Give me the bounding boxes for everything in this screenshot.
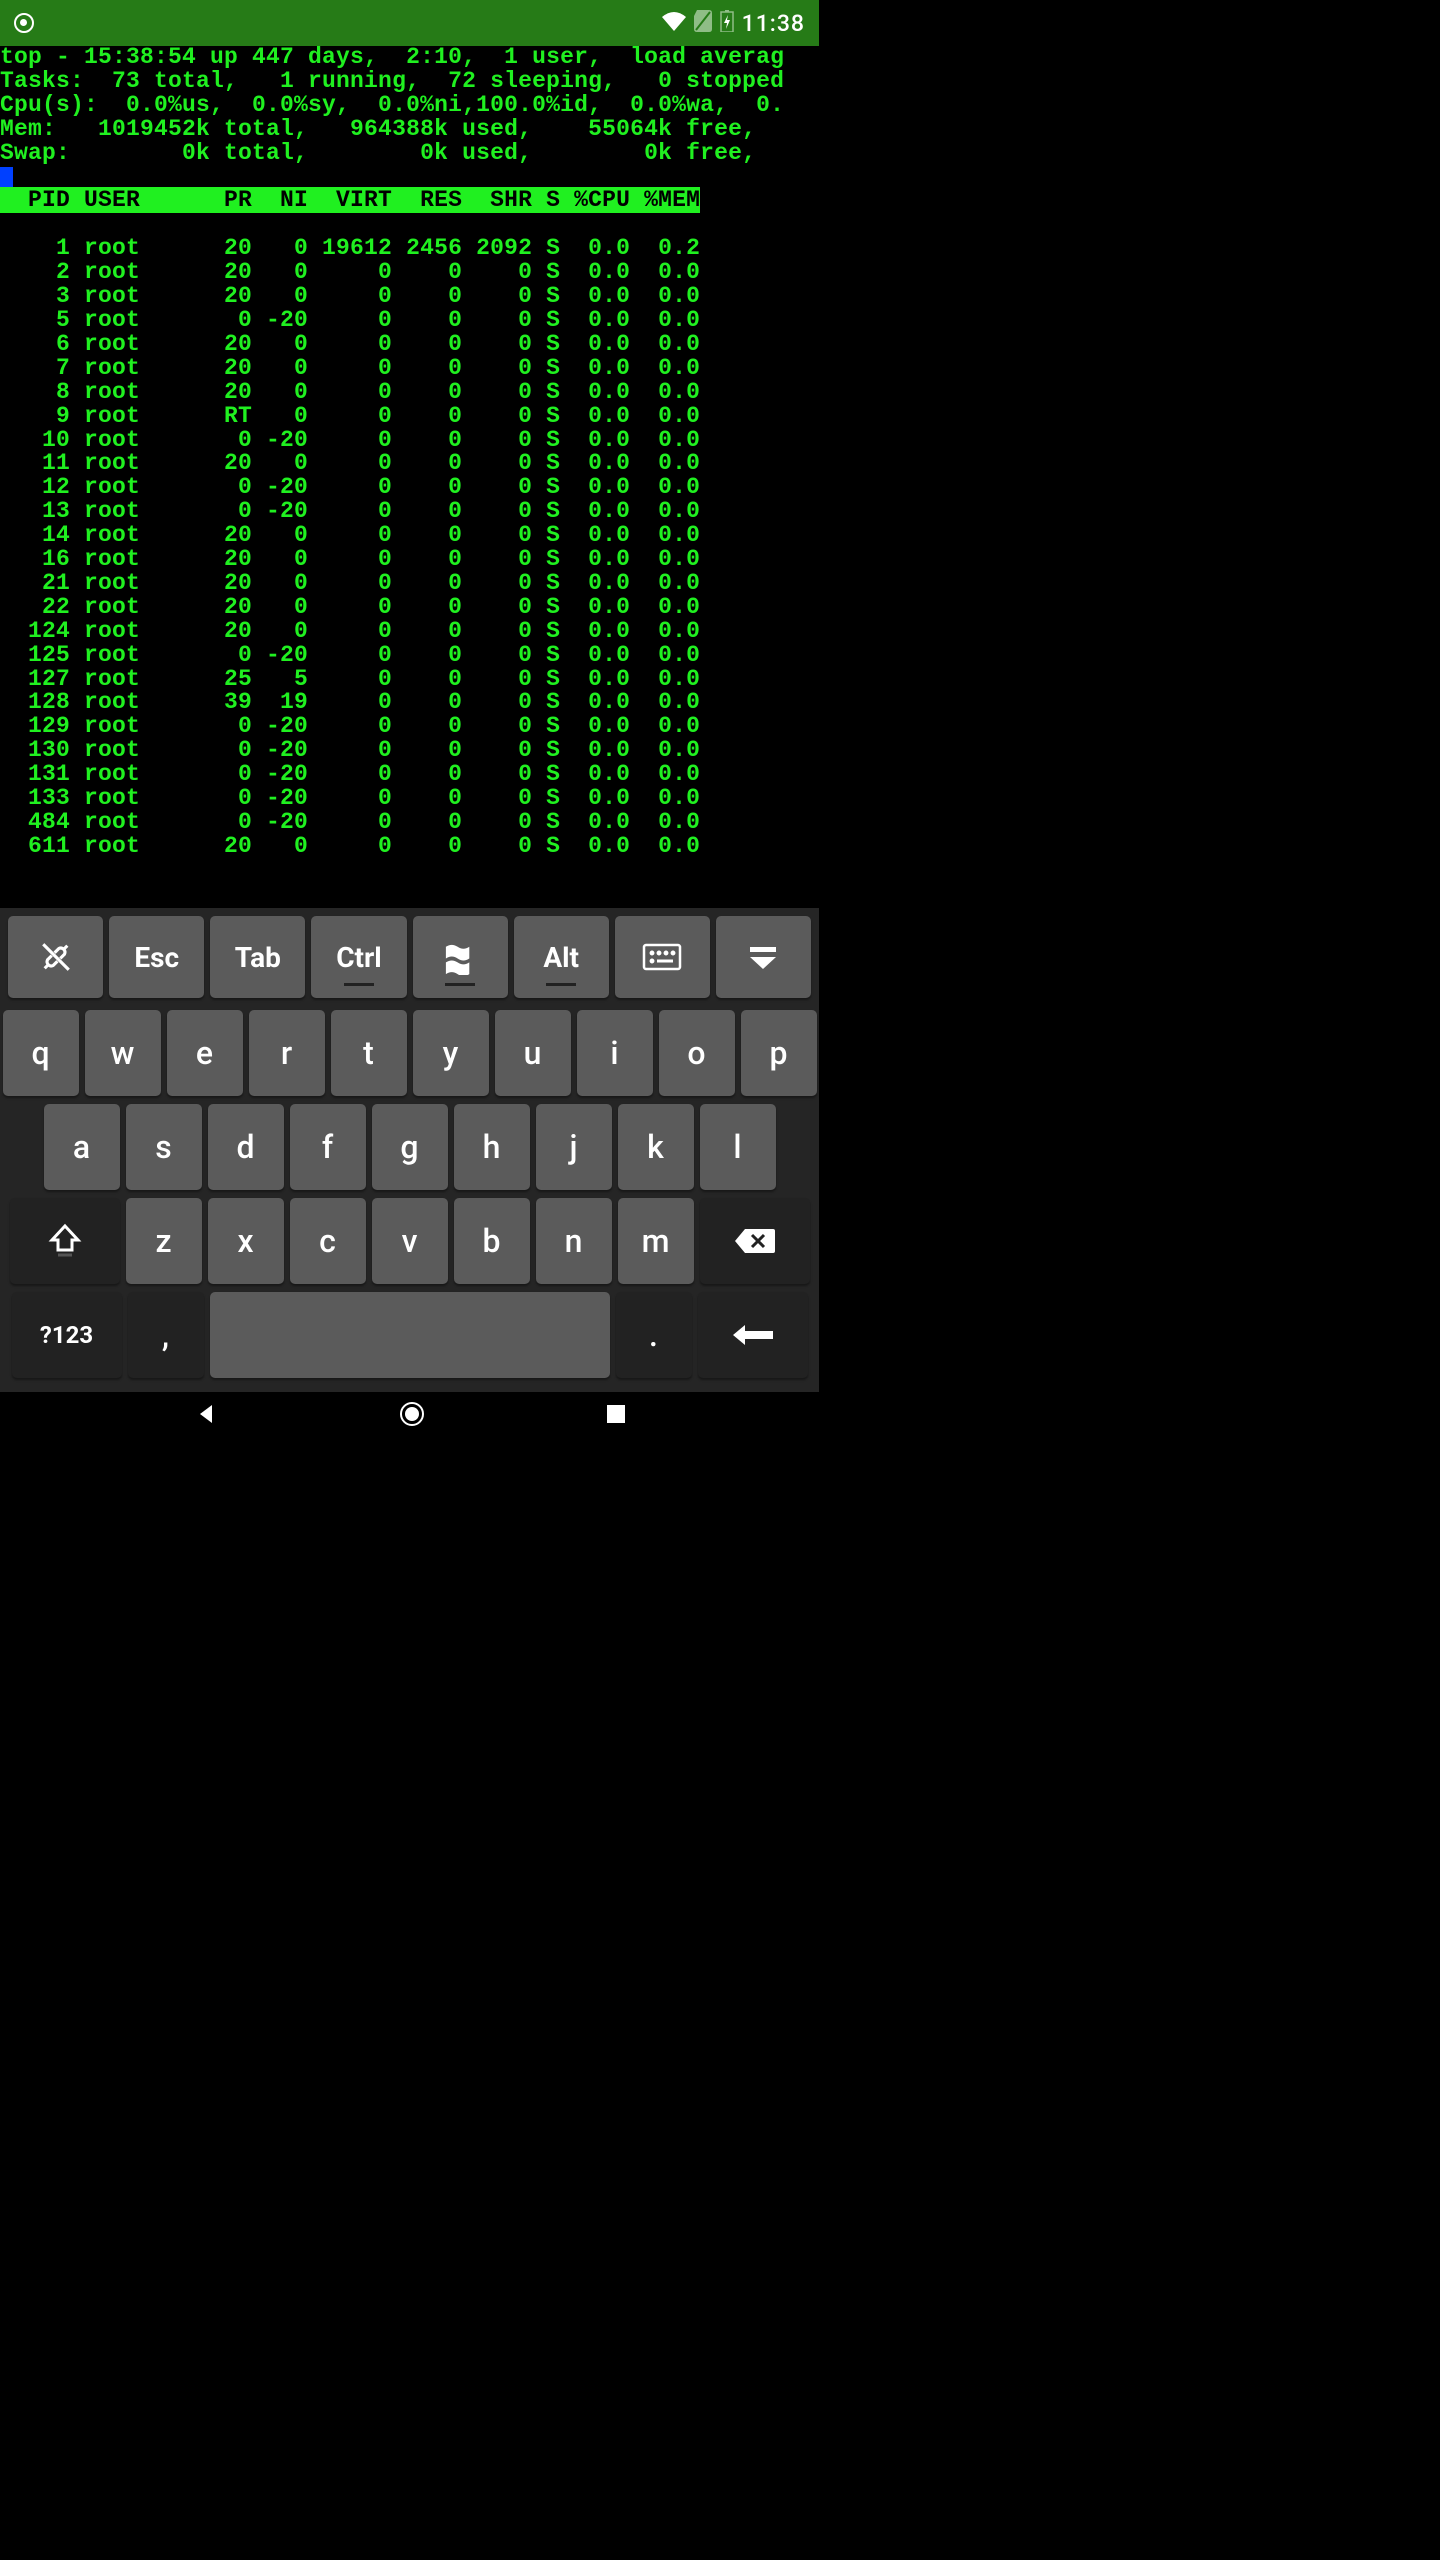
key-l[interactable]: l [700,1104,776,1190]
key-o[interactable]: o [659,1010,735,1096]
key-j[interactable]: j [536,1104,612,1190]
kb-row-3: zxcvbnm [4,1194,815,1288]
enter-key[interactable] [698,1292,808,1378]
no-sim-icon [694,10,712,36]
shift-key[interactable] [10,1198,120,1284]
key-n[interactable]: n [536,1198,612,1284]
key-s[interactable]: s [126,1104,202,1190]
key-r[interactable]: r [249,1010,325,1096]
key-i[interactable]: i [577,1010,653,1096]
record-icon [14,13,34,33]
recents-softkey[interactable] [606,1404,626,1428]
disconnect-button[interactable] [8,916,103,998]
alt-key[interactable]: Alt [514,916,609,998]
key-a[interactable]: a [44,1104,120,1190]
key-q[interactable]: q [3,1010,79,1096]
key-y[interactable]: y [413,1010,489,1096]
kb-row-4: ?123 , . [4,1288,815,1382]
top-cpu-line: Cpu(s): 0.0%us, 0.0%sy, 0.0%ni,100.0%id,… [0,92,784,118]
ctrl-key[interactable]: Ctrl [311,916,406,998]
top-swap-line: Swap: 0k total, 0k used, 0k free, [0,140,784,166]
cursor [0,167,13,189]
keyboard: Esc Tab Ctrl Alt qwertyuiop asdfghjkl zx… [0,908,819,1392]
backspace-key[interactable] [700,1198,810,1284]
battery-icon [720,10,734,36]
top-summary-line: top - 15:38:54 up 447 days, 2:10, 1 user… [0,44,784,70]
navigation-bar [0,1392,819,1440]
status-bar: 11:38 [0,0,819,46]
top-tasks-line: Tasks: 73 total, 1 running, 72 sleeping,… [0,68,784,94]
top-header-row: PID USER PR NI VIRT RES SHR S %CPU %MEM [0,187,700,213]
toolbar-row: Esc Tab Ctrl Alt [4,916,815,1006]
win-key[interactable] [413,916,508,998]
home-softkey[interactable] [398,1400,426,1432]
key-d[interactable]: d [208,1104,284,1190]
tab-key[interactable]: Tab [210,916,305,998]
keyboard-toggle-button[interactable] [615,916,710,998]
key-e[interactable]: e [167,1010,243,1096]
terminal-output[interactable]: top - 15:38:54 up 447 days, 2:10, 1 user… [0,46,819,859]
key-b[interactable]: b [454,1198,530,1284]
symbols-key[interactable]: ?123 [12,1292,122,1378]
key-w[interactable]: w [85,1010,161,1096]
wifi-icon [662,11,686,35]
period-key[interactable]: . [616,1292,692,1378]
kb-row-1: qwertyuiop [4,1006,815,1100]
key-g[interactable]: g [372,1104,448,1190]
key-p[interactable]: p [741,1010,817,1096]
key-t[interactable]: t [331,1010,407,1096]
top-mem-line: Mem: 1019452k total, 964388k used, 55064… [0,116,784,142]
key-c[interactable]: c [290,1198,366,1284]
key-u[interactable]: u [495,1010,571,1096]
space-key[interactable] [210,1292,610,1378]
collapse-button[interactable] [716,916,811,998]
esc-key[interactable]: Esc [109,916,204,998]
kb-row-2: asdfghjkl [4,1100,815,1194]
clock-text: 11:38 [742,10,805,37]
back-softkey[interactable] [194,1402,218,1430]
key-h[interactable]: h [454,1104,530,1190]
key-f[interactable]: f [290,1104,366,1190]
key-k[interactable]: k [618,1104,694,1190]
comma-key[interactable]: , [128,1292,204,1378]
top-process-rows: 1 root 20 0 19612 2456 2092 S 0.0 0.2 2 … [0,235,700,859]
key-m[interactable]: m [618,1198,694,1284]
key-x[interactable]: x [208,1198,284,1284]
key-v[interactable]: v [372,1198,448,1284]
key-z[interactable]: z [126,1198,202,1284]
